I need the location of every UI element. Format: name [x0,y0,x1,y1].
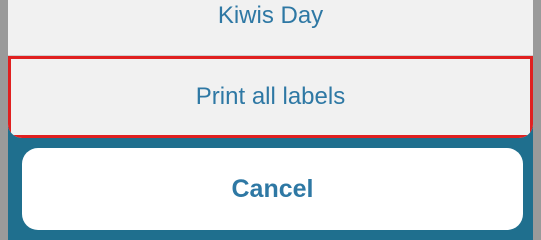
dimmed-backdrop-right [533,0,541,240]
action-print-all-labels[interactable]: Print all labels [8,56,533,138]
cancel-label: Cancel [231,174,314,203]
cancel-button[interactable]: Cancel [22,148,523,230]
action-print-all-labels-label: Print all labels [195,83,346,110]
action-kiwis-day[interactable]: Kiwis Day [8,0,533,44]
action-sheet: Kiwis Day Print all labels [8,0,533,138]
action-kiwis-day-label: Kiwis Day [217,2,324,29]
dimmed-backdrop-left [0,0,8,240]
